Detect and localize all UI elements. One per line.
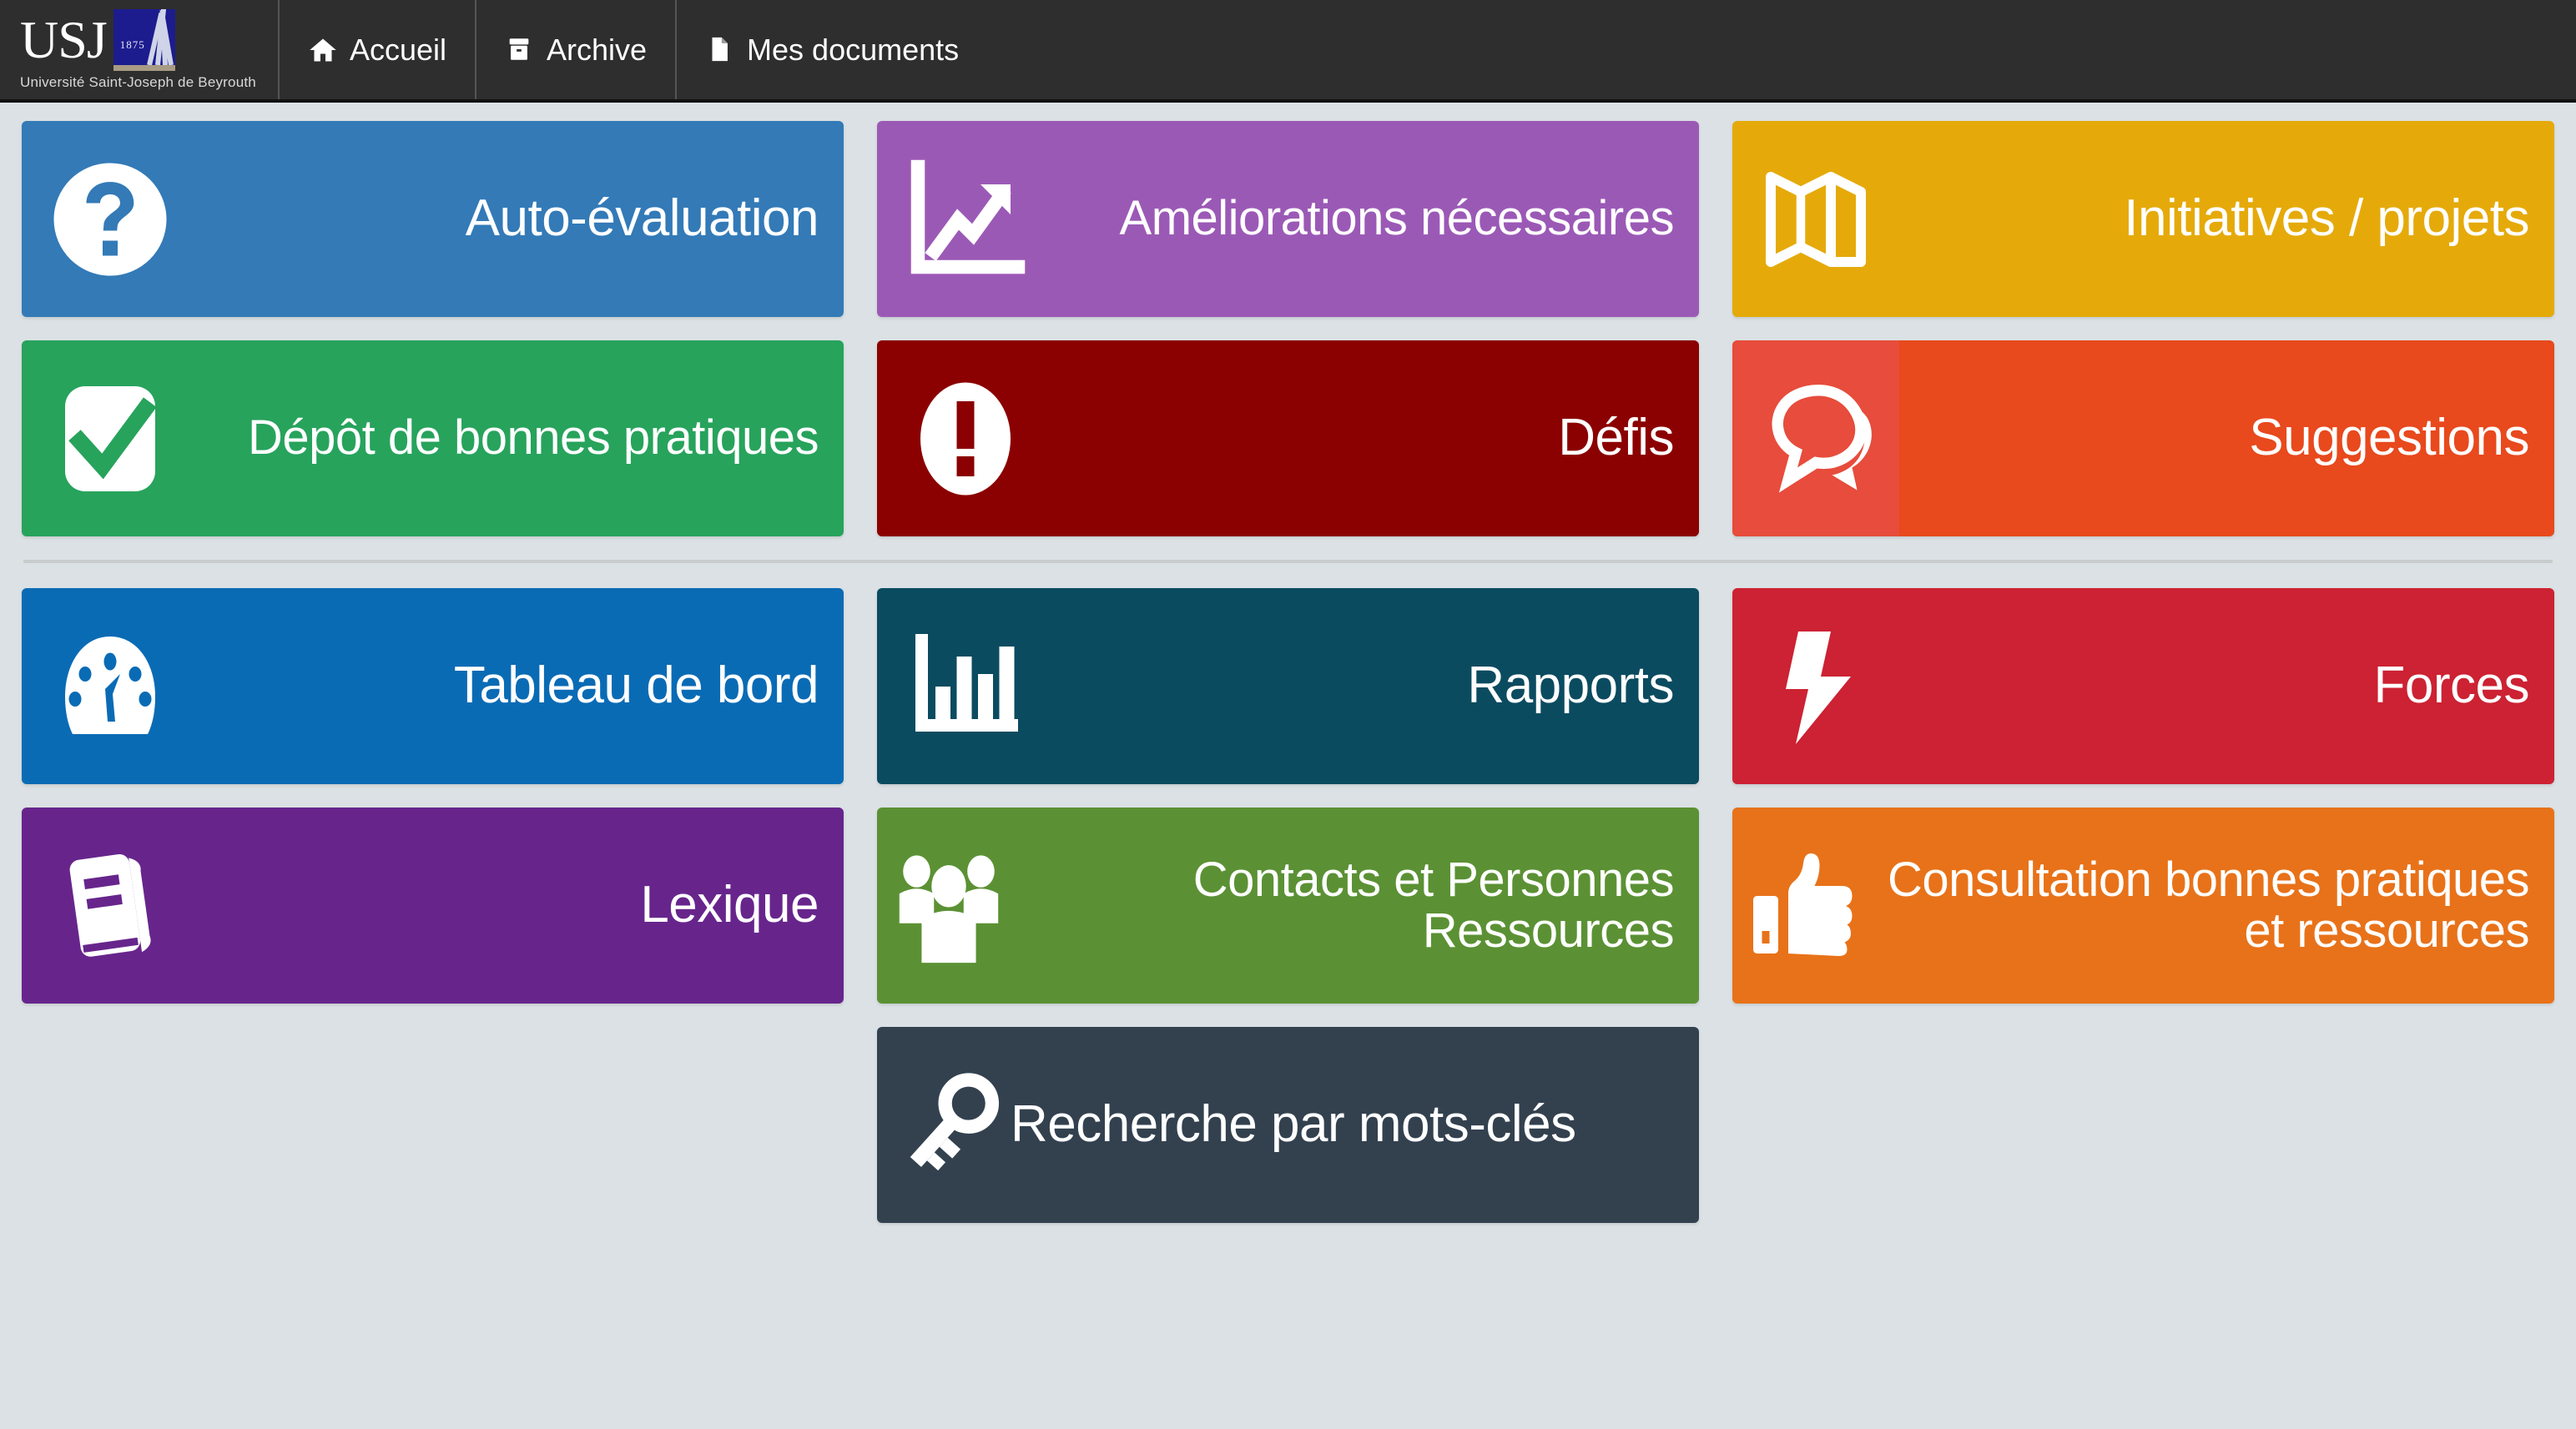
tile-forces[interactable]: Forces (1732, 588, 2554, 784)
nav-item-accueil[interactable]: Accueil (277, 0, 475, 99)
tile-rapports-label: Rapports (1467, 657, 1674, 715)
exclamation-circle-icon (877, 340, 1044, 536)
nav-item-mes-documents[interactable]: Mes documents (675, 0, 987, 99)
usj-logo[interactable]: USJ 1875 Université Saint-Joseph de Beyr… (0, 0, 278, 99)
nav-item-archive-label: Archive (547, 32, 648, 67)
tile-defis-label: Défis (1558, 409, 1674, 467)
tile-auto-evaluation-label: Auto-évaluation (465, 189, 819, 248)
tile-ameliorations-necessaires-label: Améliorations nécessaires (1119, 191, 1675, 246)
logo-acronym: USJ (20, 9, 108, 69)
tile-row-1: Auto-évaluation Améliorations nécessaire… (22, 121, 2554, 317)
tile-recherche-par-mots-cles-label: Recherche par mots-clés (1011, 1095, 1576, 1154)
line-chart-up-icon (877, 121, 1044, 317)
tile-row-2: Dépôt de bonnes pratiques Défis Suggesti… (22, 340, 2554, 536)
thumbs-up-icon (1732, 808, 1874, 1004)
tile-lexique[interactable]: Lexique (22, 808, 844, 1004)
top-navigation-bar: USJ 1875 Université Saint-Joseph de Beyr… (0, 0, 2576, 103)
tile-consultation-bonnes-pratiques[interactable]: Consultation bonnes pratiques et ressour… (1732, 808, 2554, 1004)
tile-consultation-bonnes-pratiques-label: Consultation bonnes pratiques et ressour… (1887, 853, 2530, 958)
tile-row-4: Lexique Contacts et Personnes Ressources (22, 808, 2554, 1004)
nav-item-mes-documents-label: Mes documents (747, 32, 960, 67)
tile-ameliorations-necessaires[interactable]: Améliorations nécessaires (877, 121, 1699, 317)
tile-tableau-de-bord[interactable]: Tableau de bord (22, 588, 844, 784)
bar-chart-icon (877, 588, 1044, 784)
section-divider (23, 560, 2553, 563)
tile-tableau-de-bord-label: Tableau de bord (453, 657, 819, 715)
archive-icon (505, 35, 535, 65)
tile-row-3: Tableau de bord Rapports Forces (22, 588, 2554, 784)
check-square-icon (22, 340, 189, 536)
tile-row-5: Recherche par mots-clés (22, 1027, 2554, 1223)
question-circle-icon (22, 121, 189, 317)
tile-suggestions[interactable]: Suggestions (1732, 340, 2554, 536)
dashboard-gauge-icon (22, 588, 189, 784)
nav-item-archive[interactable]: Archive (475, 0, 675, 99)
key-icon (877, 1027, 1011, 1223)
emblem-year: 1875 (119, 38, 145, 51)
tile-initiatives-projets-label: Initiatives / projets (2124, 189, 2529, 248)
home-icon (308, 35, 338, 65)
folded-map-icon (1732, 121, 1899, 317)
grid-spacer-left (22, 1027, 844, 1223)
tile-initiatives-projets[interactable]: Initiatives / projets (1732, 121, 2554, 317)
tile-depot-bonnes-pratiques[interactable]: Dépôt de bonnes pratiques (22, 340, 844, 536)
tile-depot-bonnes-pratiques-label: Dépôt de bonnes pratiques (247, 410, 819, 465)
tile-auto-evaluation[interactable]: Auto-évaluation (22, 121, 844, 317)
tile-contacts-personnes-ressources[interactable]: Contacts et Personnes Ressources (877, 808, 1699, 1004)
tile-lexique-label: Lexique (640, 876, 819, 934)
tile-suggestions-label: Suggestions (2249, 409, 2529, 467)
tile-recherche-par-mots-cles[interactable]: Recherche par mots-clés (877, 1027, 1699, 1223)
tile-grid: Auto-évaluation Améliorations nécessaire… (0, 103, 2576, 1223)
nav-item-accueil-label: Accueil (349, 32, 446, 67)
tile-forces-label: Forces (2373, 657, 2530, 715)
speech-bubbles-icon (1732, 340, 1899, 536)
usj-emblem-icon: 1875 (113, 8, 175, 71)
book-icon (22, 808, 189, 1004)
document-icon (705, 35, 735, 65)
tile-contacts-personnes-ressources-label: Contacts et Personnes Ressources (1192, 853, 1675, 958)
tile-defis[interactable]: Défis (877, 340, 1699, 536)
grid-spacer-right (1732, 1027, 2554, 1223)
logo-row: USJ 1875 (20, 8, 256, 71)
tile-rapports[interactable]: Rapports (877, 588, 1699, 784)
people-group-icon (877, 808, 1011, 1004)
lightning-bolt-icon (1732, 588, 1899, 784)
logo-subtitle: Université Saint-Joseph de Beyrouth (20, 73, 256, 90)
